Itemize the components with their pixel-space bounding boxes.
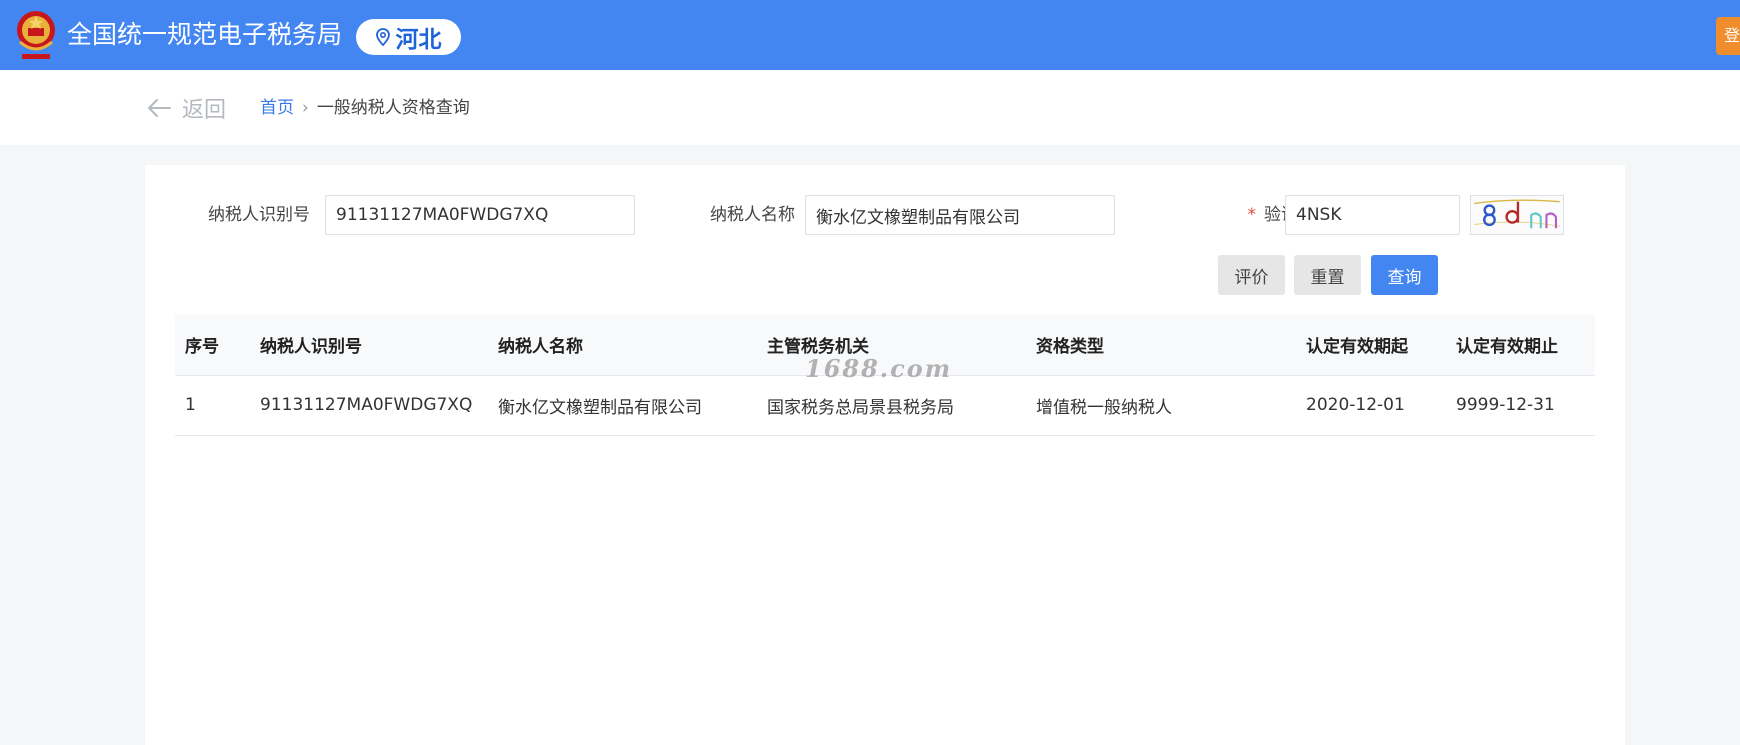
table-cell: 91131127MA0FWDG7XQ [250,375,488,436]
reset-button[interactable]: 重置 [1294,255,1361,295]
column-header: 认定有效期起 [1296,315,1446,376]
required-mark: * [1247,205,1257,225]
location-pin-icon [375,28,390,46]
captcha-image[interactable] [1470,195,1564,235]
breadcrumb-home-link[interactable]: 首页 [260,98,294,118]
breadcrumb-current: 一般纳税人资格查询 [316,98,470,118]
column-header: 资格类型 [1026,315,1296,376]
table-cell: 1 [175,375,250,436]
captcha-input[interactable] [1285,195,1460,235]
watermark: 1688.com [805,354,953,383]
top-header-bar: 全国统一规范电子税务局 河北 登 [0,0,1740,70]
evaluate-button[interactable]: 评价 [1218,255,1285,295]
table-cell: 2020-12-01 [1296,375,1446,436]
table-cell: 9999-12-31 [1446,375,1595,436]
taxpayer-name-input[interactable] [805,195,1115,235]
site-title: 全国统一规范电子税务局 [67,20,343,49]
login-button[interactable]: 登 [1716,17,1740,55]
national-tax-emblem-icon [17,11,55,59]
region-label: 河北 [395,27,442,53]
arrow-left-icon [148,99,171,117]
taxpayer-id-input[interactable] [325,195,635,235]
column-header: 序号 [175,315,250,376]
region-selector[interactable]: 河北 [356,19,461,55]
back-label: 返回 [182,98,227,123]
table-row: 1 91131127MA0FWDG7XQ 衡水亿文橡塑制品有限公司 国家税务总局… [175,375,1595,436]
query-button[interactable]: 查询 [1371,255,1438,295]
column-header: 纳税人识别号 [250,315,488,376]
table-cell: 国家税务总局景县税务局 [757,375,1026,436]
breadcrumb-separator: › [302,98,309,118]
table-cell: 增值税一般纳税人 [1026,375,1296,436]
nav-bar: 返回 首页 › 一般纳税人资格查询 [0,70,1740,145]
back-button[interactable]: 返回 [146,92,226,124]
taxpayer-name-label: 纳税人名称 [710,205,795,225]
breadcrumb: 首页 › 一般纳税人资格查询 [260,96,470,120]
table-cell: 衡水亿文橡塑制品有限公司 [488,375,757,436]
column-header: 纳税人名称 [488,315,757,376]
query-panel: 纳税人识别号 纳税人名称 *验证码 评价 重置 查询 序号 纳税人识别号 纳税人… [145,165,1625,745]
taxpayer-id-label: 纳税人识别号 [208,205,310,225]
column-header: 认定有效期止 [1446,315,1595,376]
